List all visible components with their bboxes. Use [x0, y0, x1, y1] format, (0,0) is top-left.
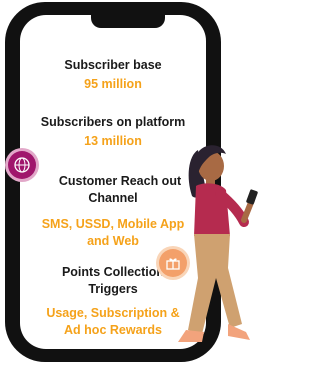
phone-notch: [91, 15, 165, 28]
woman-using-phone-illustration: [178, 145, 258, 342]
globe-share-icon: [8, 151, 36, 179]
stat-title-subscribers-on-platform: Subscribers on platform: [40, 115, 186, 129]
stat-title-subscriber-base: Subscriber base: [64, 58, 162, 72]
stat-value-subscriber-base: 95 million: [84, 77, 142, 91]
